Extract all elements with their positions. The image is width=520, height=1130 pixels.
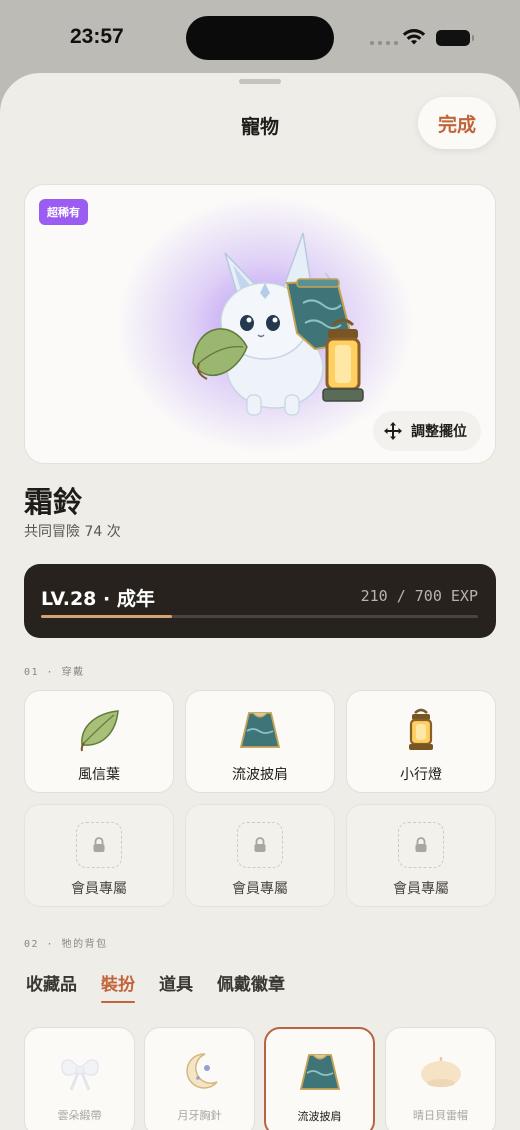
backpack-item-cape[interactable]: 流波披肩 (264, 1027, 375, 1130)
lock-icon (254, 837, 266, 852)
adjust-position-button[interactable]: 調整擺位 (373, 411, 481, 451)
sheet-grabber[interactable] (239, 79, 281, 84)
locked-slot[interactable]: 會員專屬 (24, 804, 174, 907)
equipped-slot-label: 風信葉 (78, 767, 120, 783)
wifi-icon (402, 29, 426, 45)
status-bar: 23:57 (0, 0, 520, 74)
backpack-item-label: 晴日貝雷帽 (413, 1109, 468, 1122)
equipped-slot-cape[interactable]: 流波披肩 (185, 690, 335, 793)
leaf-icon (80, 710, 119, 752)
signal-icon (370, 41, 398, 45)
section-label-wearing: 01 · 穿戴 (24, 667, 85, 678)
section-label-backpack: 02 · 牠的背包 (24, 939, 108, 950)
tab-badges[interactable]: 佩戴徽章 (217, 970, 285, 1003)
locked-slot-label: 會員專屬 (232, 881, 288, 897)
backpack-tabs: 收藏品 裝扮 道具 佩戴徽章 (26, 970, 285, 1003)
exp-label: 210 / 700 EXP (360, 587, 478, 605)
level-label: LV.28 · 成年 (41, 588, 155, 610)
cape-icon (239, 712, 281, 748)
ribbon-icon (60, 1059, 99, 1091)
dynamic-island (186, 16, 334, 60)
lock-placeholder (398, 822, 444, 868)
move-icon (384, 422, 402, 440)
pet-name: 霜鈴 (24, 485, 83, 519)
lock-placeholder (76, 822, 122, 868)
exp-progress-track (41, 615, 478, 618)
backpack-item-label: 雲朵緞帶 (57, 1109, 102, 1122)
rarity-badge: 超稀有 (39, 199, 88, 225)
lock-icon (415, 837, 427, 852)
tab-collectibles[interactable]: 收藏品 (26, 970, 77, 1003)
tab-items[interactable]: 道具 (159, 970, 193, 1003)
equipped-slot-lantern[interactable]: 小行燈 (346, 690, 496, 793)
equipped-slot-leaf[interactable]: 風信葉 (24, 690, 174, 793)
locked-slot[interactable]: 會員專屬 (346, 804, 496, 907)
backpack-item-beret[interactable]: 晴日貝雷帽 (385, 1027, 496, 1130)
status-time: 23:57 (70, 25, 124, 48)
pet-sheet: 寵物 完成 超稀有 調整擺位 霜鈴 共同冒險 74 次 LV.28 · 成年 2… (0, 73, 520, 1130)
adjust-position-label: 調整擺位 (411, 424, 467, 440)
equipped-slot-label: 小行燈 (400, 767, 442, 783)
backpack-item-moon-brooch[interactable]: 月牙胸針 (144, 1027, 255, 1130)
tab-outfits[interactable]: 裝扮 (101, 970, 135, 1003)
battery-icon (436, 30, 474, 46)
locked-slot-label: 會員專屬 (393, 881, 449, 897)
backpack-item-ribbon[interactable]: 雲朵緞帶 (24, 1027, 135, 1130)
pet-illustration[interactable] (185, 223, 375, 423)
done-button[interactable]: 完成 (418, 97, 496, 149)
lantern-icon (409, 708, 433, 750)
cape-icon (299, 1054, 340, 1090)
level-panel: LV.28 · 成年 210 / 700 EXP (24, 564, 496, 638)
locked-slot-label: 會員專屬 (71, 881, 127, 897)
exp-progress-fill (41, 615, 173, 618)
backpack-item-label: 月牙胸針 (177, 1109, 222, 1122)
beret-icon (420, 1057, 461, 1087)
equipped-slot-label: 流波披肩 (232, 767, 288, 783)
lock-placeholder (237, 822, 283, 868)
lock-icon (93, 837, 105, 852)
moon-brooch-icon (185, 1053, 218, 1089)
pet-adventure-count: 共同冒險 74 次 (24, 524, 121, 540)
pet-preview-card: 超稀有 調整擺位 (24, 184, 496, 464)
backpack-item-label: 流波披肩 (297, 1110, 342, 1123)
locked-slot[interactable]: 會員專屬 (185, 804, 335, 907)
